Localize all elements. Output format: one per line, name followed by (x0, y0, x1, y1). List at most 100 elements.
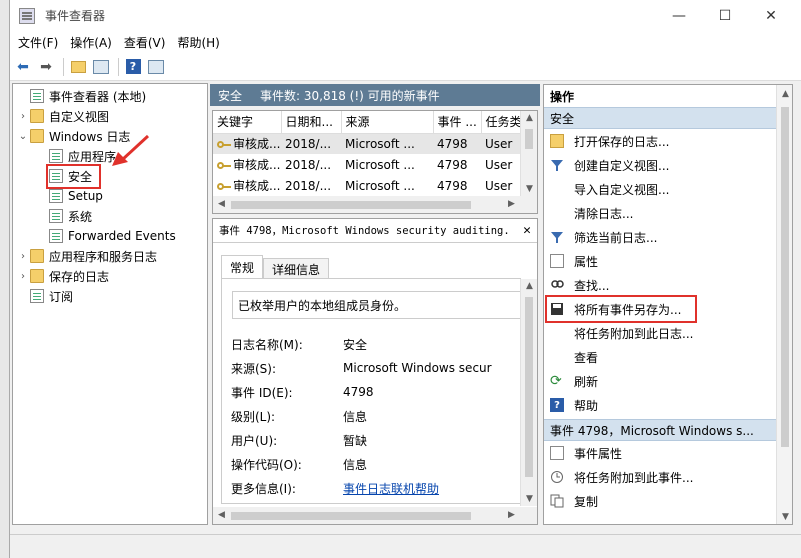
tree-item-root[interactable]: 事件查看器 (本地) (13, 86, 207, 106)
key-icon (217, 182, 231, 192)
log-header-bar: 安全 事件数: 30,818 (!) 可用的新事件 (210, 84, 540, 106)
key-icon (217, 140, 231, 150)
minimize-button[interactable]: — (656, 0, 702, 31)
action-open-saved-log[interactable]: 打开保存的日志... (544, 129, 792, 153)
expand-arrow-icon[interactable]: › (16, 251, 30, 262)
tab-details[interactable]: 详细信息 (263, 258, 330, 279)
menu-action[interactable]: 操作(A) (64, 34, 118, 51)
properties-icon (550, 446, 564, 460)
action-refresh[interactable]: ⟳ 刷新 (544, 369, 792, 393)
action-save-all-events-as[interactable]: 将所有事件另存为... (544, 295, 792, 323)
prop-source: 来源(S): Microsoft Windows secur (231, 361, 492, 376)
filter-icon (550, 230, 564, 244)
prop-more-info: 更多信息(I): 事件日志联机帮助 (231, 480, 440, 497)
prop-level: 级别(L): 信息 (231, 409, 368, 424)
expand-arrow-icon[interactable]: › (16, 271, 30, 282)
copy-icon (550, 494, 564, 508)
action-filter-current-log[interactable]: 筛选当前日志... (544, 225, 792, 249)
show-hide-action-pane-icon[interactable] (146, 57, 166, 77)
folder-icon (30, 129, 44, 143)
event-list-vscrollbar[interactable]: ▲ ▼ (520, 111, 537, 196)
forward-arrow-icon[interactable]: ➡ (36, 57, 56, 77)
event-viewer-window: 事件查看器 — ☐ ✕ 文件(F) 操作(A) 查看(V) 帮助(H) ⬅ ➡ … (9, 0, 801, 558)
show-hide-console-tree-icon[interactable] (91, 57, 111, 77)
log-icon (49, 189, 63, 203)
action-copy[interactable]: 复制▶ (544, 489, 792, 513)
action-event-properties[interactable]: 事件属性 (544, 441, 792, 465)
table-row[interactable]: 审核成... 2018/... Microsoft ... 4798 User (213, 175, 522, 196)
column-source[interactable]: 来源 (341, 111, 434, 134)
log-icon (49, 229, 63, 243)
expand-arrow-icon[interactable]: › (16, 111, 30, 122)
folder-icon (30, 269, 44, 283)
log-icon (49, 149, 63, 163)
key-icon (217, 161, 231, 171)
maximize-button[interactable]: ☐ (702, 0, 748, 31)
menu-file[interactable]: 文件(F) (12, 34, 64, 51)
tree-item-security[interactable]: 安全 (13, 163, 207, 189)
tree-item-custom-views[interactable]: › 自定义视图 (13, 106, 207, 126)
detail-tabs: 常规 详细信息 (221, 255, 330, 279)
column-keywords[interactable]: 关键字 (213, 111, 282, 134)
help-icon[interactable]: ? (123, 57, 143, 77)
tree-item-subscriptions[interactable]: 订阅 (13, 286, 207, 306)
help-icon: ? (550, 398, 564, 412)
log-icon (49, 169, 63, 183)
close-button[interactable]: ✕ (748, 0, 794, 31)
close-icon[interactable]: ✕ (523, 223, 531, 238)
action-import-custom-view[interactable]: 导入自定义视图... (544, 177, 792, 201)
action-create-custom-view[interactable]: 创建自定义视图... (544, 153, 792, 177)
folder-icon (30, 249, 44, 263)
back-arrow-icon[interactable]: ⬅ (13, 57, 33, 77)
refresh-icon: ⟳ (550, 373, 562, 389)
table-row[interactable]: 审核成... 2018/... Microsoft ... 4798 User (213, 154, 522, 175)
prop-event-id: 事件 ID(E): 4798 (231, 385, 374, 400)
menu-view[interactable]: 查看(V) (118, 34, 172, 51)
tab-general[interactable]: 常规 (221, 255, 264, 279)
find-icon (550, 278, 564, 292)
collapse-arrow-icon[interactable]: ⌄ (16, 131, 30, 142)
action-view[interactable]: 查看▶ (544, 345, 792, 369)
actions-section-event[interactable]: 事件 4798，Microsoft Windows s... ▲ (544, 419, 792, 441)
actions-pane: 操作 安全 ▲ 打开保存的日志... 创建自定义视图... 导入自定义视图...… (543, 84, 793, 525)
folder-icon (30, 109, 44, 123)
title-bar: 事件查看器 — ☐ ✕ (10, 0, 801, 31)
task-icon (550, 470, 564, 484)
detail-vscrollbar[interactable]: ▲ ▼ (520, 279, 537, 506)
column-event-id[interactable]: 事件 ... (433, 111, 482, 134)
detail-hscrollbar[interactable]: ◀ ▶ (213, 507, 537, 524)
actions-section-security[interactable]: 安全 ▲ (544, 107, 792, 129)
action-help[interactable]: ?帮助▶ (544, 393, 792, 417)
table-row[interactable]: 审核成... 2018/... Microsoft ... 4798 User (213, 133, 522, 154)
log-icon (49, 209, 63, 223)
actions-vscrollbar[interactable]: ▲ ▼ (776, 85, 792, 524)
actions-title: 操作 (544, 85, 792, 107)
menu-help[interactable]: 帮助(H) (171, 34, 225, 51)
tree-item-setup[interactable]: Setup (13, 186, 207, 206)
tree-item-app-services-logs[interactable]: › 应用程序和服务日志 (13, 246, 207, 266)
action-clear-log[interactable]: 清除日志... (544, 201, 792, 225)
log-name: 安全 (218, 88, 243, 103)
action-find[interactable]: 查找... (544, 273, 792, 297)
column-task-category[interactable]: 任务类 (481, 111, 523, 134)
column-date[interactable]: 日期和... (281, 111, 342, 134)
action-attach-task-to-log[interactable]: 将任务附加到此日志... (544, 321, 792, 345)
prop-opcode: 操作代码(O): 信息 (231, 457, 368, 472)
prop-user: 用户(U): 暂缺 (231, 433, 368, 448)
properties-icon (550, 254, 564, 268)
toolbar: ⬅ ➡ ? (10, 53, 801, 81)
action-properties[interactable]: 属性 (544, 249, 792, 273)
online-help-link[interactable]: 事件日志联机帮助 (343, 480, 439, 497)
up-folder-icon[interactable] (68, 57, 88, 77)
tree-item-saved-logs[interactable]: › 保存的日志 (13, 266, 207, 286)
tree-item-system[interactable]: 系统 (13, 206, 207, 226)
window-title: 事件查看器 (45, 9, 106, 23)
folder-open-icon (550, 134, 564, 148)
tree-item-forwarded-events[interactable]: Forwarded Events (13, 226, 207, 246)
red-arrow-annotation (112, 134, 150, 166)
event-list-hscrollbar[interactable]: ◀ ▶ (213, 196, 537, 213)
menu-bar: 文件(F) 操作(A) 查看(V) 帮助(H) (10, 31, 801, 53)
event-count: 事件数: 30,818 (!) 可用的新事件 (260, 88, 440, 103)
action-attach-task-to-event[interactable]: 将任务附加到此事件... (544, 465, 792, 489)
event-viewer-app-icon (19, 7, 35, 24)
